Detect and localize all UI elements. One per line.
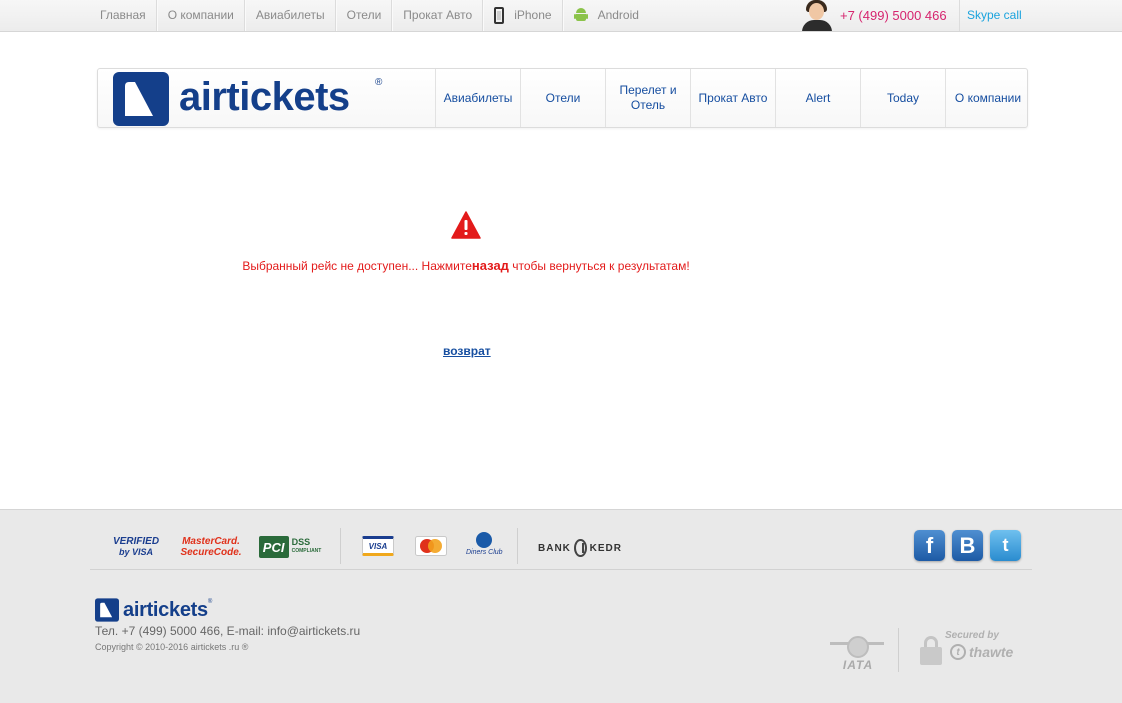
main-nav-hotels[interactable]: Отели [520, 69, 605, 127]
verified-by-visa-badge: VERIFIED by VISA [112, 536, 160, 558]
back-link[interactable]: возврат [443, 344, 491, 358]
main-nav: Авиабилеты Отели Перелет и Отель Прокат … [435, 69, 1030, 127]
main-nav-car-rental[interactable]: Прокат Авто [690, 69, 775, 127]
footer-contact: Тел. +7 (499) 5000 466, E-mail: info@air… [95, 624, 361, 638]
top-nav-android[interactable]: Android [562, 0, 649, 31]
top-nav-label: Главная [100, 8, 146, 22]
top-nav-label: О компании [167, 8, 234, 22]
main-nav-flight-hotel[interactable]: Перелет и Отель [605, 69, 690, 127]
mastercard-icon [415, 536, 447, 556]
globe-icon [847, 636, 869, 658]
page: Главная О компании Авиабилеты Отели Прок… [0, 0, 1122, 703]
footer-logo[interactable]: airtickets ® [95, 598, 212, 622]
site-logo[interactable]: airtickets ® [113, 72, 383, 126]
main-nav-today[interactable]: Today [860, 69, 945, 127]
lock-icon [920, 636, 942, 665]
top-bar: Главная О компании Авиабилеты Отели Прок… [0, 0, 1122, 32]
divider [517, 528, 518, 564]
logo-mark-icon [113, 72, 169, 126]
top-nav-home[interactable]: Главная [90, 0, 157, 31]
mastercard-securecode-badge: MasterCard. SecureCode. [180, 536, 242, 558]
main-nav-alert[interactable]: Alert [775, 69, 860, 127]
vkontakte-icon[interactable]: B [952, 530, 983, 561]
top-nav-iphone[interactable]: iPhone [483, 0, 563, 31]
warning-icon [451, 211, 481, 239]
logo-registered: ® [375, 77, 383, 88]
visa-card-icon: VISA [362, 536, 394, 556]
footer-logo-text: airtickets [123, 598, 208, 621]
android-icon [573, 8, 588, 23]
top-nav-about[interactable]: О компании [156, 0, 245, 31]
skype-call-link[interactable]: Skype call [967, 0, 1022, 31]
error-message: Выбранный рейс не доступен... Нажмитеназ… [0, 258, 932, 273]
footer: VERIFIED by VISA MasterCard. SecureCode.… [0, 509, 1122, 703]
bank-kedr-icon [573, 539, 587, 557]
error-text: Выбранный рейс не доступен... Нажмите [242, 259, 472, 273]
operator-avatar [800, 0, 834, 31]
support-phone: +7 (499) 5000 466 [800, 0, 960, 31]
divider [898, 628, 899, 672]
pci-dss-badge: PCI DSS COMPLIANT [258, 534, 322, 560]
divider [340, 528, 341, 564]
smartphone-icon [494, 7, 505, 24]
top-nav-hotels[interactable]: Отели [335, 0, 393, 31]
top-nav-label: Авиабилеты [255, 8, 325, 22]
top-nav: Главная О компании Авиабилеты Отели Прок… [90, 0, 649, 31]
thawte-seal[interactable]: Secured by t thawte [920, 630, 1030, 670]
site-header: airtickets ® Авиабилеты Отели Перелет и … [97, 68, 1028, 128]
footer-copyright: Copyright © 2010-2016 airtickets .ru ® [95, 642, 249, 652]
error-text-tail: чтобы вернуться к результатам! [508, 259, 690, 273]
main-nav-flights[interactable]: Авиабилеты [435, 69, 520, 127]
iata-logo: IATA [830, 632, 886, 672]
logo-text: airtickets [179, 74, 350, 119]
top-nav-flights[interactable]: Авиабилеты [244, 0, 336, 31]
facebook-icon[interactable]: f [914, 530, 945, 561]
footer-logo-registered: ® [207, 599, 213, 605]
logo-mark-icon [95, 598, 119, 622]
error-text-bold: назад [471, 258, 509, 273]
top-nav-label: Прокат Авто [403, 8, 473, 22]
main-nav-about[interactable]: О компании [945, 69, 1030, 127]
secured-by-label: Secured by [945, 630, 999, 641]
top-nav-label: iPhone [514, 8, 552, 22]
thawte-label: t thawte [950, 644, 1013, 660]
payment-badges: VERIFIED by VISA MasterCard. SecureCode.… [90, 518, 1032, 570]
phone-number: +7 (499) 5000 466 [840, 8, 947, 23]
bank-kedr-logo: BANK KEDR [538, 536, 622, 560]
diners-club-icon: Diners Club [466, 532, 503, 556]
top-nav-label: Отели [346, 8, 382, 22]
twitter-icon[interactable]: t [990, 530, 1021, 561]
top-nav-car-rental[interactable]: Прокат Авто [392, 0, 484, 31]
top-nav-label: Android [597, 8, 639, 22]
